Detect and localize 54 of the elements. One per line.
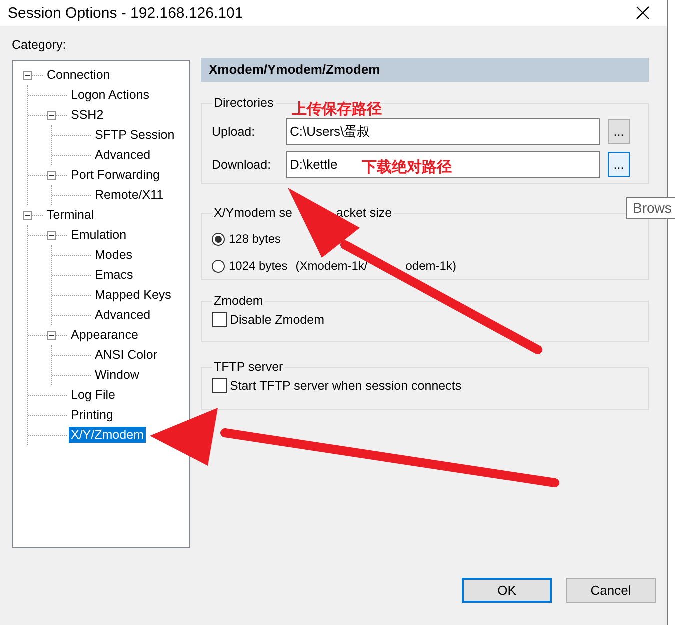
option-label: 128 bytes bbox=[229, 232, 282, 246]
tree-item[interactable]: Window bbox=[93, 367, 142, 383]
radio-button[interactable] bbox=[212, 260, 225, 272]
checkbox-label: Disable Zmodem bbox=[230, 312, 324, 326]
collapse-icon[interactable] bbox=[47, 170, 56, 180]
tree-item[interactable]: Printing bbox=[69, 407, 116, 423]
tree-item[interactable]: Advanced bbox=[93, 307, 153, 323]
group-title: Zmodem bbox=[213, 294, 264, 308]
tree-item[interactable]: Connection bbox=[45, 67, 112, 83]
category-label: Category: bbox=[12, 38, 68, 52]
close-icon[interactable] bbox=[636, 6, 650, 20]
tree-item[interactable]: Port Forwarding bbox=[69, 167, 162, 183]
tree-item[interactable]: Emacs bbox=[93, 267, 136, 283]
collapse-icon[interactable] bbox=[23, 70, 32, 80]
collapse-icon[interactable] bbox=[47, 330, 56, 340]
group-title: acket size bbox=[336, 206, 392, 220]
dialog-button[interactable]: Cancel bbox=[566, 578, 656, 603]
group-title: TFTP server bbox=[213, 360, 284, 374]
tree-item[interactable]: ANSI Color bbox=[93, 347, 160, 363]
window-title: Session Options - 192.168.126.101 bbox=[8, 4, 244, 22]
collapse-icon[interactable] bbox=[47, 110, 56, 120]
tree-item[interactable]: SSH2 bbox=[69, 107, 106, 123]
checkbox[interactable] bbox=[212, 378, 227, 393]
tree-item[interactable]: Log File bbox=[69, 387, 118, 403]
input-field[interactable]: C:\Users\蛋叔 bbox=[286, 118, 600, 145]
field-label: Upload: bbox=[212, 124, 256, 138]
tree-item[interactable]: Logon Actions bbox=[69, 87, 152, 103]
tree-item[interactable]: Remote/X11 bbox=[93, 187, 166, 203]
tooltip: Brows bbox=[626, 197, 675, 219]
tree-item[interactable]: Appearance bbox=[69, 327, 140, 343]
tree-item[interactable]: Modes bbox=[93, 247, 135, 263]
group-title: X/Ymodem se bbox=[214, 206, 293, 220]
dialog-button[interactable]: OK bbox=[462, 578, 552, 603]
collapse-icon[interactable] bbox=[47, 230, 56, 240]
group-title: Directories bbox=[213, 96, 275, 110]
tree-item[interactable]: X/Y/Zmodem bbox=[69, 427, 146, 443]
tree-item[interactable]: Emulation bbox=[69, 227, 129, 243]
annotation-text: 上传保存路径 bbox=[292, 100, 382, 119]
panel-header: Xmodem/Ymodem/Zmodem bbox=[201, 58, 649, 82]
field-label: Download: bbox=[212, 158, 272, 172]
annotation-text: 下载绝对路径 bbox=[362, 158, 452, 177]
checkbox[interactable] bbox=[212, 312, 227, 327]
tree-item[interactable]: Advanced bbox=[93, 147, 153, 163]
tree-item[interactable]: Mapped Keys bbox=[93, 287, 174, 303]
checkbox-label: Start TFTP server when session connects bbox=[230, 378, 462, 392]
tree-item[interactable]: Terminal bbox=[45, 207, 96, 223]
tree-item[interactable]: SFTP Session bbox=[93, 127, 177, 143]
browse-button[interactable]: ... bbox=[608, 119, 630, 144]
option-note: odem-1k) bbox=[406, 259, 456, 273]
option-label: 1024 bytes bbox=[229, 259, 288, 273]
option-note: (Xmodem-1k/ bbox=[296, 259, 368, 273]
browse-button[interactable]: ... bbox=[608, 152, 630, 177]
collapse-icon[interactable] bbox=[23, 210, 32, 220]
radio-button[interactable] bbox=[212, 232, 225, 246]
